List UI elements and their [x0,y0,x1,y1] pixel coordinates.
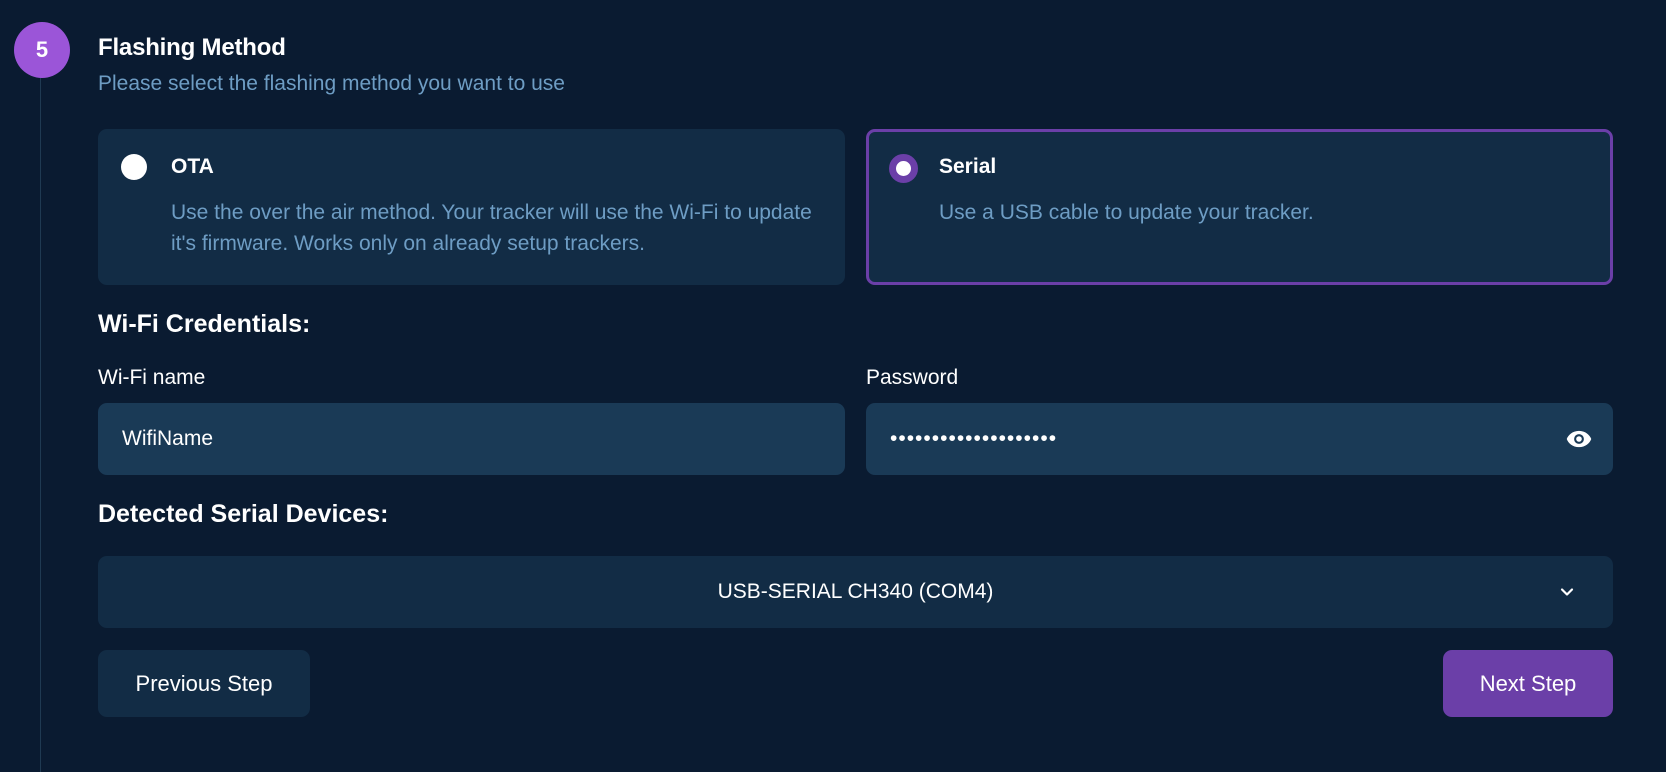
chevron-down-icon [1557,582,1577,602]
password-label: Password [866,366,959,389]
method-title-serial: Serial [939,155,997,178]
previous-step-button[interactable]: Previous Step [98,650,310,717]
serial-devices-title: Detected Serial Devices: [98,500,389,528]
section-title: Flashing Method [98,34,286,61]
timeline-line [40,72,41,772]
serial-device-selected-value: USB-SERIAL CH340 (COM4) [717,580,994,603]
section-subtitle: Please select the flashing method you wa… [98,72,565,95]
serial-device-select[interactable]: USB-SERIAL CH340 (COM4) [98,556,1613,628]
method-title-ota: OTA [171,155,214,178]
method-description-serial: Use a USB cable to update your tracker. [939,201,1314,224]
wifi-credentials-title: Wi-Fi Credentials: [98,310,311,338]
next-step-button[interactable]: Next Step [1443,650,1613,717]
method-card-ota[interactable]: OTA Use the over the air method. Your tr… [98,129,845,285]
wifi-name-input[interactable]: WifiName [98,403,845,475]
step-number-badge: 5 [14,22,70,78]
password-input[interactable]: •••••••••••••••••••• [866,403,1613,475]
wifi-name-value: WifiName [122,427,214,450]
radio-serial[interactable] [889,154,918,183]
radio-ota[interactable] [121,154,147,180]
eye-icon[interactable] [1565,425,1593,453]
method-description-ota: Use the over the air method. Your tracke… [171,201,812,255]
method-card-serial[interactable]: Serial Use a USB cable to update your tr… [866,129,1613,285]
password-value: •••••••••••••••••••• [890,427,1058,450]
wifi-name-label: Wi-Fi name [98,366,206,389]
